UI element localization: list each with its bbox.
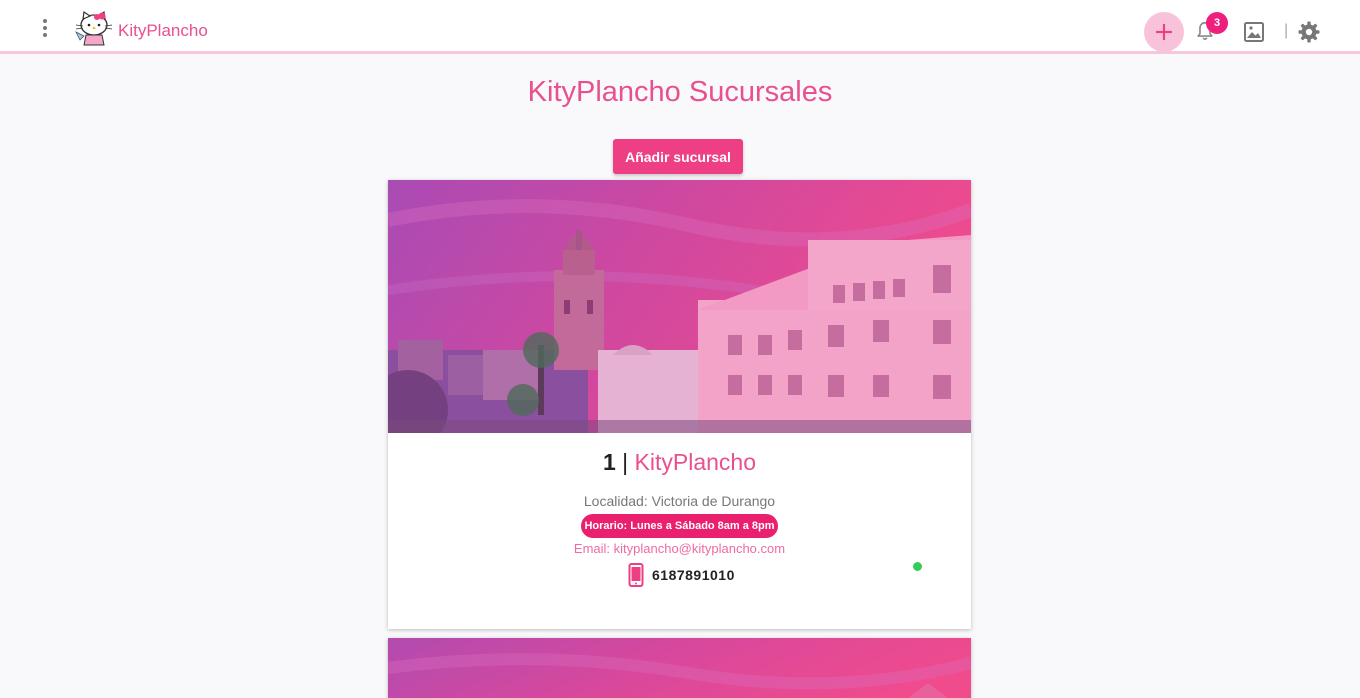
- top-bar: KityPlancho 3 |: [0, 0, 1360, 54]
- branch-heading: 1 | KityPlancho: [388, 449, 971, 476]
- page-title: KityPlancho Sucursales: [527, 76, 833, 108]
- kebab-menu-icon[interactable]: [36, 17, 54, 39]
- notification-badge: 3: [1206, 12, 1228, 34]
- kitty-logo[interactable]: [74, 8, 114, 48]
- smartphone-icon: [628, 563, 644, 587]
- gear-icon[interactable]: [1297, 20, 1321, 44]
- brand-name[interactable]: KityPlancho: [118, 21, 208, 41]
- branch-number: 1: [602, 449, 616, 475]
- branch-card: 1 | KityPlancho Localidad: Victoria de D…: [388, 180, 971, 629]
- image-icon[interactable]: [1243, 21, 1265, 43]
- plus-icon: [1156, 24, 1172, 40]
- branch-status-indicator: [913, 562, 922, 571]
- branch-photo: [388, 180, 971, 433]
- branch-photo: [388, 638, 971, 698]
- branch-heading-separator: |: [622, 449, 629, 475]
- branch-card-body: 1 | KityPlancho Localidad: Victoria de D…: [388, 433, 971, 629]
- header-separator: |: [1284, 22, 1289, 39]
- add-branch-button[interactable]: Añadir sucursal: [613, 139, 743, 174]
- branch-hours-badge: Horario: Lunes a Sábado 8am a 8pm: [581, 514, 778, 538]
- branch-email[interactable]: Email: kityplancho@kityplancho.com: [388, 541, 971, 556]
- branch-card: [388, 638, 971, 698]
- branch-phone[interactable]: 6187891010: [652, 567, 735, 583]
- branch-locality: Localidad: Victoria de Durango: [583, 493, 776, 509]
- branch-phone-row: 6187891010: [628, 561, 735, 589]
- add-button[interactable]: [1144, 12, 1184, 52]
- branch-name: KityPlancho: [634, 449, 757, 475]
